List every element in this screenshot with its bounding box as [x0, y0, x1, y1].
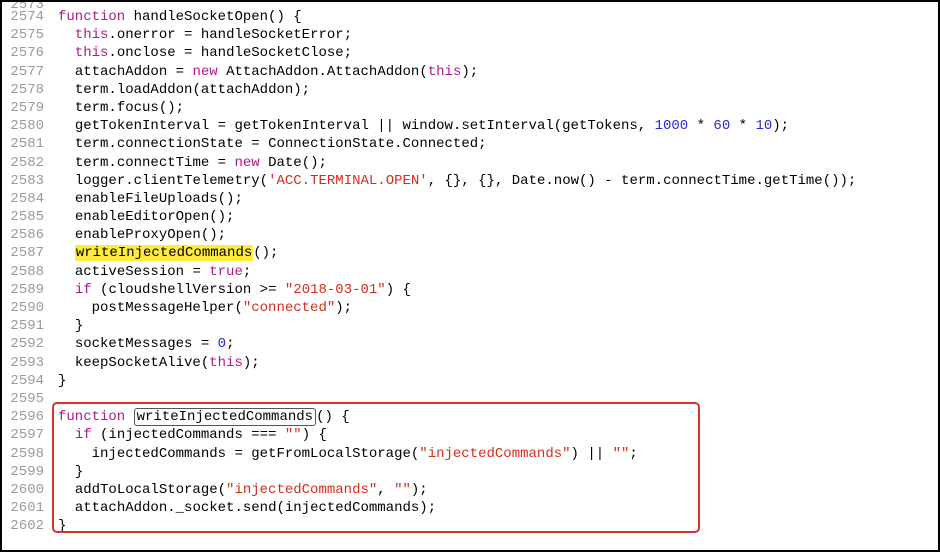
- code-line: enableEditorOpen();: [58, 208, 938, 226]
- code-line: if (injectedCommands === "") {: [58, 426, 938, 444]
- code-line: getTokenInterval = getTokenInterval || w…: [58, 117, 938, 135]
- line-number: 2589: [2, 281, 44, 299]
- line-number: 2581: [2, 135, 44, 153]
- code-line: term.loadAddon(attachAddon);: [58, 81, 938, 99]
- line-number: 2597: [2, 426, 44, 444]
- line-number: 2599: [2, 463, 44, 481]
- code-line: [58, 390, 938, 408]
- line-number: 2584: [2, 190, 44, 208]
- code-line: keepSocketAlive(this);: [58, 354, 938, 372]
- line-number: 2601: [2, 499, 44, 517]
- line-number: 2586: [2, 226, 44, 244]
- code-line: attachAddon._socket.send(injectedCommand…: [58, 499, 938, 517]
- line-number: 2577: [2, 63, 44, 81]
- code-line: function writeInjectedCommands() {: [58, 408, 938, 426]
- line-number: 2588: [2, 263, 44, 281]
- line-number-gutter: 2573257425752576257725782579258025812582…: [2, 2, 50, 550]
- code-line: term.focus();: [58, 99, 938, 117]
- code-line: this.onerror = handleSocketError;: [58, 26, 938, 44]
- line-number: 2591: [2, 317, 44, 335]
- code-line: activeSession = true;: [58, 263, 938, 281]
- line-number: 2596: [2, 408, 44, 426]
- code-line: addToLocalStorage("injectedCommands", ""…: [58, 481, 938, 499]
- highlighted-call: writeInjectedCommands: [75, 245, 253, 261]
- line-number: 2583: [2, 172, 44, 190]
- code-editor: 2573257425752576257725782579258025812582…: [0, 0, 940, 552]
- line-number: 2578: [2, 81, 44, 99]
- code-line: this.onclose = handleSocketClose;: [58, 44, 938, 62]
- line-number: 2576: [2, 44, 44, 62]
- line-number: 2575: [2, 26, 44, 44]
- line-number: 2574: [2, 8, 44, 26]
- code-line: socketMessages = 0;: [58, 335, 938, 353]
- code-line: writeInjectedCommands();: [58, 244, 938, 262]
- line-number: 2598: [2, 445, 44, 463]
- line-number: 2595: [2, 390, 44, 408]
- line-number: 2582: [2, 154, 44, 172]
- code-line: enableFileUploads();: [58, 190, 938, 208]
- line-number: 2587: [2, 244, 44, 262]
- code-line: }: [58, 517, 938, 535]
- code-line: function handleSocketOpen() {: [58, 8, 938, 26]
- code-line: }: [58, 372, 938, 390]
- line-number: 2593: [2, 354, 44, 372]
- line-number: 2580: [2, 117, 44, 135]
- code-body[interactable]: function handleSocketOpen() { this.onerr…: [50, 2, 938, 550]
- code-line: if (cloudshellVersion >= "2018-03-01") {: [58, 281, 938, 299]
- code-line: }: [58, 317, 938, 335]
- code-line: logger.clientTelemetry('ACC.TERMINAL.OPE…: [58, 172, 938, 190]
- code-line: attachAddon = new AttachAddon.AttachAddo…: [58, 63, 938, 81]
- line-number: 2579: [2, 99, 44, 117]
- line-number: 2600: [2, 481, 44, 499]
- line-number: 2590: [2, 299, 44, 317]
- line-number: 2585: [2, 208, 44, 226]
- code-line: injectedCommands = getFromLocalStorage("…: [58, 445, 938, 463]
- line-number: 2602: [2, 517, 44, 535]
- line-number: 2594: [2, 372, 44, 390]
- code-line: }: [58, 463, 938, 481]
- code-line: postMessageHelper("connected");: [58, 299, 938, 317]
- code-line: enableProxyOpen();: [58, 226, 938, 244]
- code-line: term.connectionState = ConnectionState.C…: [58, 135, 938, 153]
- code-container: 2573257425752576257725782579258025812582…: [2, 2, 938, 550]
- line-number: 2592: [2, 335, 44, 353]
- code-line: term.connectTime = new Date();: [58, 154, 938, 172]
- boxed-function-name: writeInjectedCommands: [134, 408, 316, 426]
